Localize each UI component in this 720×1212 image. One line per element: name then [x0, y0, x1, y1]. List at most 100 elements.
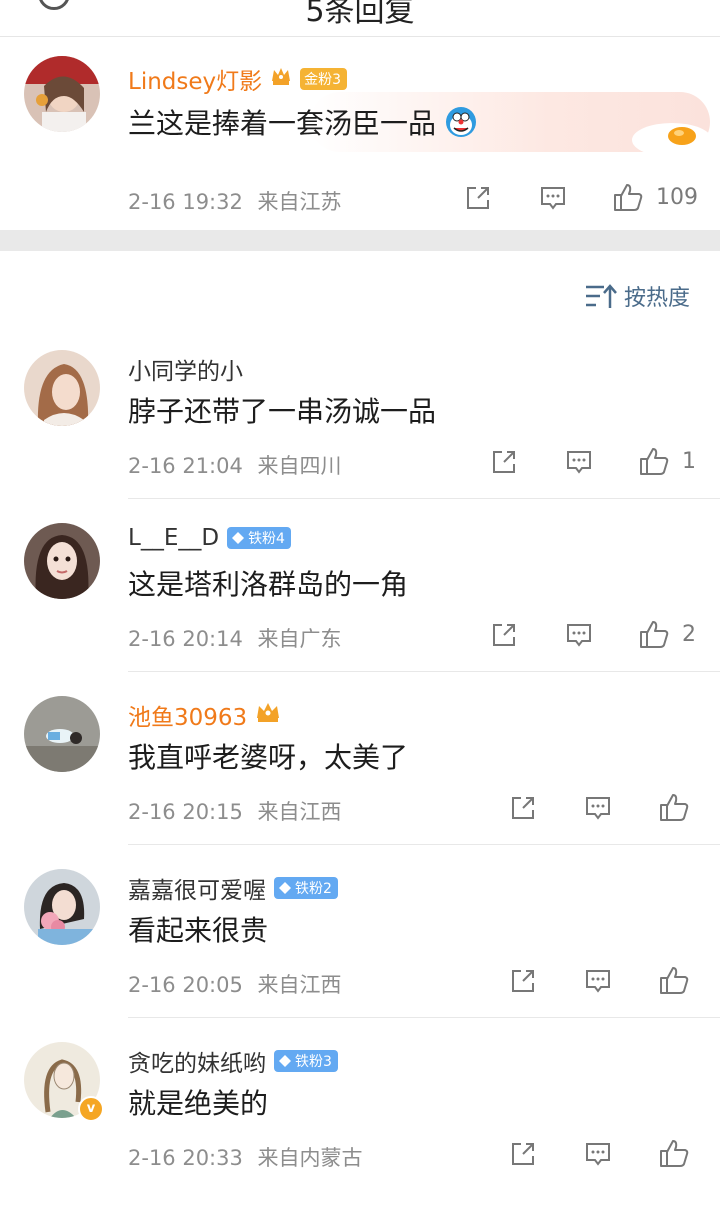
share-icon: [512, 797, 534, 819]
username[interactable]: Lindsey灯影 金粉3: [128, 62, 348, 96]
comment-text: 就是绝美的: [128, 1087, 269, 1120]
share-icon: [493, 451, 515, 473]
row-divider: [128, 498, 720, 499]
comment-meta: 2-16 19:32 来自江苏: [128, 186, 342, 216]
avatar[interactable]: [24, 869, 100, 945]
like-button[interactable]: 1: [638, 445, 696, 477]
share-icon: [512, 1143, 534, 1165]
location: 来自江苏: [257, 190, 342, 214]
timestamp: 2-16 20:14: [128, 627, 243, 651]
close-icon[interactable]: [654, 0, 690, 12]
fan-badge: 铁粉4: [227, 527, 291, 549]
comment-icon: [586, 1143, 610, 1166]
like-count: 2: [682, 621, 696, 647]
location: 来自四川: [257, 454, 342, 478]
like-icon: [660, 1140, 689, 1167]
fan-badge: 铁粉3: [274, 1050, 338, 1072]
username-text: 池鱼30963: [128, 705, 248, 731]
username-text: 嘉嘉很可爱喔: [128, 878, 266, 904]
fan-badge: 金粉3: [300, 68, 348, 90]
avatar[interactable]: [24, 56, 100, 132]
sort-button[interactable]: 按热度: [584, 280, 690, 312]
share-icon: [512, 970, 534, 992]
like-icon: [640, 621, 669, 648]
comment-icon: [541, 187, 565, 210]
row-divider: [128, 671, 720, 672]
like-icon: [660, 794, 689, 821]
comment-meta: 2-16 20:33 来自内蒙古: [128, 1142, 363, 1172]
username-text: 贪吃的妹纸哟: [128, 1051, 266, 1077]
avatar[interactable]: [24, 350, 100, 426]
comment-text: 看起来很贵: [128, 914, 269, 947]
avatar[interactable]: [24, 696, 100, 772]
location: 来自广东: [257, 627, 342, 651]
egg-decoration: [632, 123, 712, 157]
comment-meta: 2-16 20:15 来自江西: [128, 796, 342, 826]
sort-label: 按热度: [623, 286, 690, 311]
crown-icon: [270, 65, 292, 93]
reply-button[interactable]: [584, 1140, 612, 1168]
share-button[interactable]: [509, 794, 537, 822]
share-button[interactable]: [490, 448, 518, 476]
top-bar: 5条回复: [0, 0, 720, 37]
username-text: L__E__D: [128, 525, 220, 551]
username[interactable]: 池鱼30963: [128, 698, 281, 732]
row-divider: [128, 1017, 720, 1018]
username[interactable]: 嘉嘉很可爱喔 铁粉2: [128, 871, 338, 905]
share-button[interactable]: [464, 184, 492, 212]
like-button[interactable]: [658, 1137, 690, 1169]
username[interactable]: L__E__D 铁粉4: [128, 525, 291, 551]
like-button[interactable]: [658, 964, 690, 996]
share-button[interactable]: [490, 621, 518, 649]
username[interactable]: 小同学的小: [128, 352, 243, 386]
reply-button[interactable]: [584, 794, 612, 822]
row-divider: [128, 844, 720, 845]
reply-button[interactable]: [565, 448, 593, 476]
comment-icon: [567, 624, 591, 647]
page-title: 5条回复: [305, 0, 415, 29]
comment-text: 这是塔利洛群岛的一角: [128, 568, 409, 601]
username-text: Lindsey灯影: [128, 69, 263, 95]
location: 来自江西: [257, 973, 342, 997]
comment-icon: [586, 970, 610, 993]
diamond-icon: [232, 532, 245, 544]
share-button[interactable]: [509, 1140, 537, 1168]
timestamp: 2-16 20:15: [128, 800, 243, 824]
username[interactable]: 贪吃的妹纸哟 铁粉3: [128, 1044, 338, 1078]
share-icon: [493, 624, 515, 646]
reply-button[interactable]: [539, 184, 567, 212]
fan-badge: 铁粉2: [274, 877, 338, 899]
reply-button[interactable]: [584, 967, 612, 995]
timestamp: 2-16 20:05: [128, 973, 243, 997]
diamond-icon: [279, 882, 291, 894]
like-icon: [614, 184, 643, 211]
like-button[interactable]: 109: [612, 181, 698, 213]
like-button[interactable]: 2: [638, 618, 696, 650]
comment-meta: 2-16 21:04 来自四川: [128, 450, 342, 480]
comment-icon: [567, 451, 591, 474]
crown-icon: [255, 700, 281, 730]
share-button[interactable]: [509, 967, 537, 995]
timestamp: 2-16 21:04: [128, 454, 243, 478]
like-icon: [660, 967, 689, 994]
location: 来自内蒙古: [257, 1146, 363, 1170]
reply-button[interactable]: [565, 621, 593, 649]
username-text: 小同学的小: [128, 359, 243, 385]
share-icon: [467, 187, 489, 209]
timestamp: 2-16 19:32: [128, 190, 243, 214]
diamond-icon: [279, 1055, 291, 1067]
sort-icon: [585, 284, 617, 308]
like-count: 109: [656, 184, 698, 210]
comment-meta: 2-16 20:14 来自广东: [128, 623, 342, 653]
verified-icon: v: [78, 1096, 104, 1122]
timestamp: 2-16 20:33: [128, 1146, 243, 1170]
comment-icon: [586, 797, 610, 820]
doraemon-emoji-icon: [445, 106, 477, 145]
location: 来自江西: [257, 800, 342, 824]
avatar[interactable]: [24, 523, 100, 599]
comment-text: 我直呼老婆呀，太美了: [128, 741, 409, 774]
like-button[interactable]: [658, 791, 690, 823]
comment-text: 脖子还带了一串汤诚一品: [128, 395, 437, 428]
comment-meta: 2-16 20:05 来自江西: [128, 969, 342, 999]
comment-text: 兰这是捧着一套汤臣一品: [128, 102, 477, 145]
